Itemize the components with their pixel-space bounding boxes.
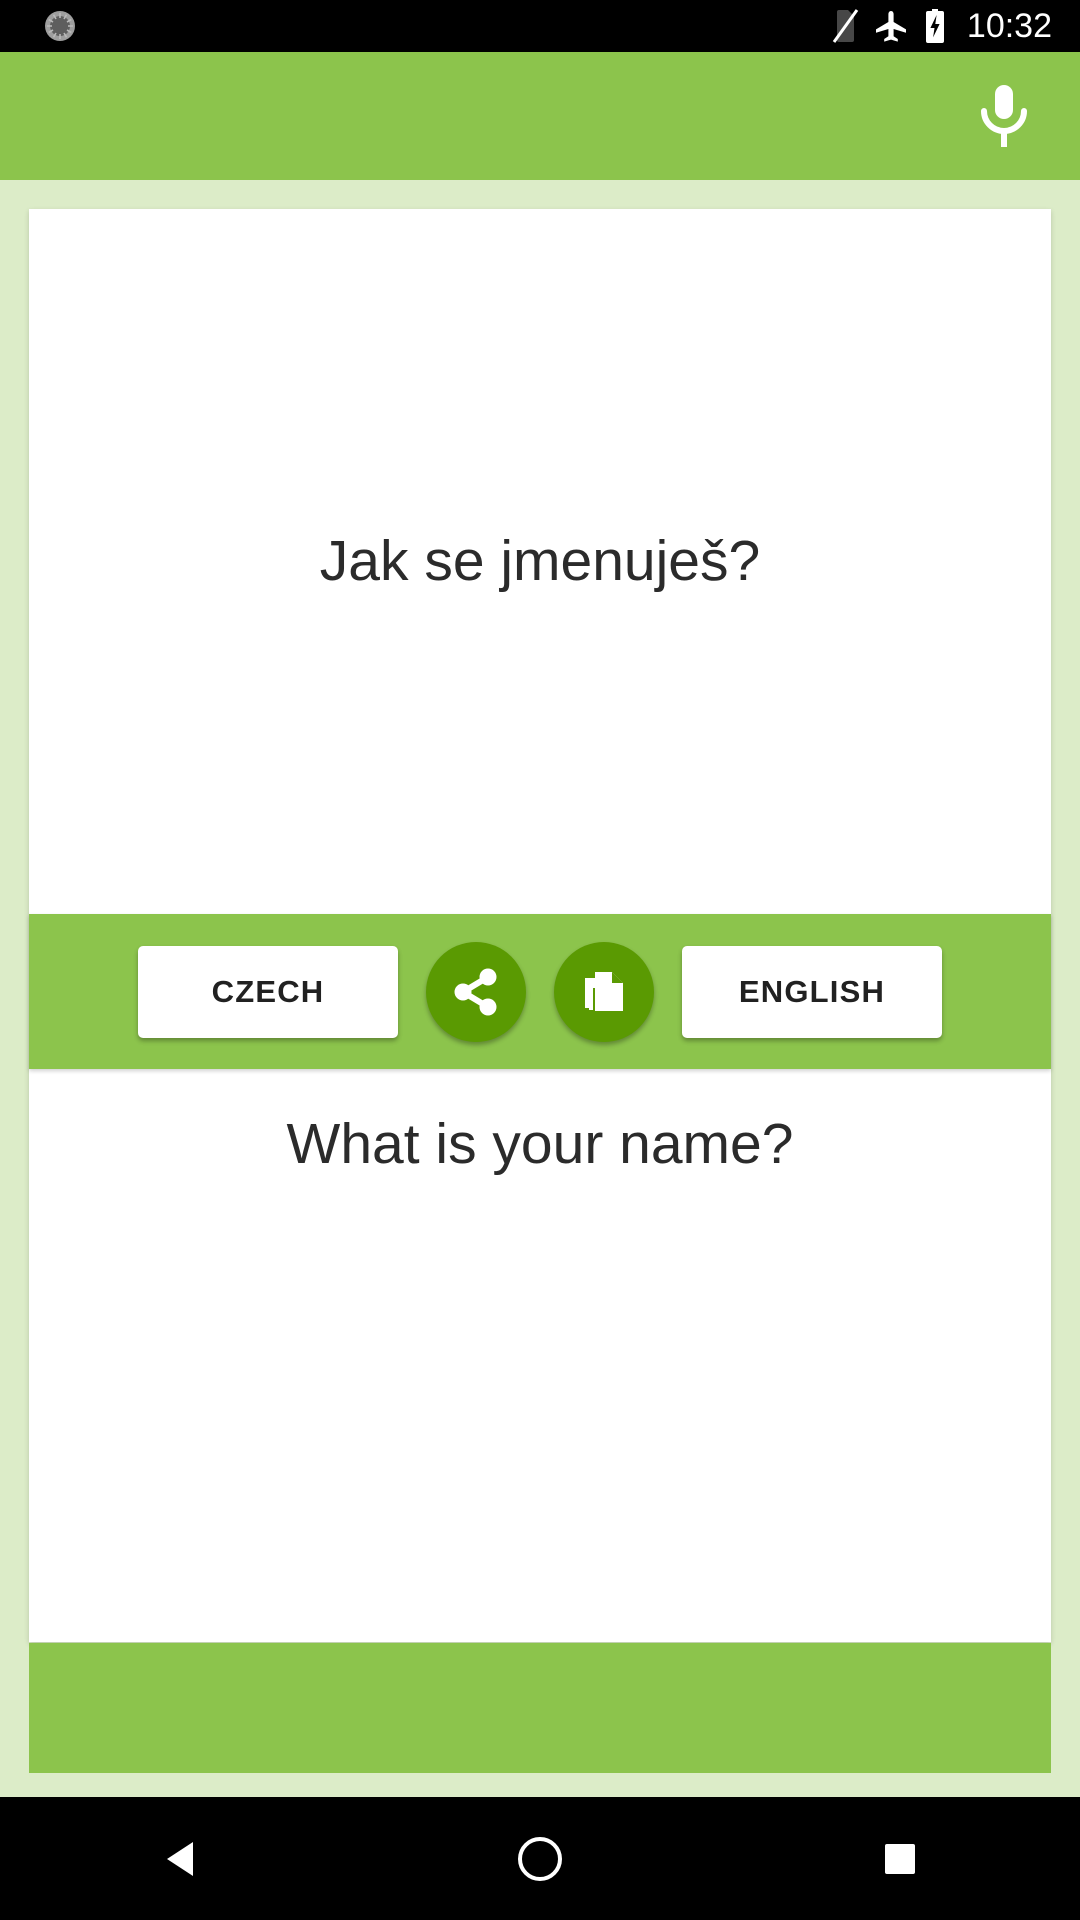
target-text-pane[interactable]: What is your name? bbox=[29, 1069, 1051, 1642]
sync-icon bbox=[42, 8, 78, 44]
share-button[interactable] bbox=[426, 941, 526, 1042]
system-navigation-bar bbox=[0, 1797, 1080, 1920]
copy-button[interactable] bbox=[554, 941, 654, 1042]
app-screen: 10:32 Jak se jmenuješ? CZECH ENGLISH Wha… bbox=[0, 0, 1080, 1920]
source-text: Jak se jmenuješ? bbox=[319, 528, 761, 593]
status-bar-notifications bbox=[0, 8, 831, 44]
airplane-mode-icon bbox=[873, 8, 909, 44]
share-icon bbox=[450, 966, 502, 1018]
copy-icon bbox=[578, 966, 630, 1018]
microphone-icon bbox=[977, 83, 1031, 149]
language-toolbar: CZECH ENGLISH bbox=[29, 914, 1051, 1069]
app-bar bbox=[0, 52, 1080, 180]
source-language-button[interactable]: CZECH bbox=[138, 945, 398, 1038]
status-bar-clock: 10:32 bbox=[966, 6, 1052, 45]
translation-card: Jak se jmenuješ? CZECH ENGLISH What is y… bbox=[29, 209, 1051, 1642]
nav-back-button[interactable] bbox=[105, 1797, 255, 1920]
recents-square-icon bbox=[883, 1842, 917, 1876]
status-bar-system-icons: 10:32 bbox=[831, 0, 1080, 52]
bottom-action-panel bbox=[29, 1643, 1051, 1773]
source-text-pane[interactable]: Jak se jmenuješ? bbox=[29, 209, 1051, 914]
no-sim-icon bbox=[831, 8, 859, 44]
battery-charging-icon bbox=[923, 8, 947, 44]
microphone-button[interactable] bbox=[950, 62, 1058, 170]
target-language-button[interactable]: ENGLISH bbox=[682, 945, 942, 1038]
home-circle-icon bbox=[516, 1835, 564, 1883]
status-bar: 10:32 bbox=[0, 0, 1080, 52]
nav-home-button[interactable] bbox=[465, 1797, 615, 1920]
back-triangle-icon bbox=[163, 1839, 197, 1879]
target-text: What is your name? bbox=[286, 1112, 794, 1176]
nav-recents-button[interactable] bbox=[825, 1797, 975, 1920]
